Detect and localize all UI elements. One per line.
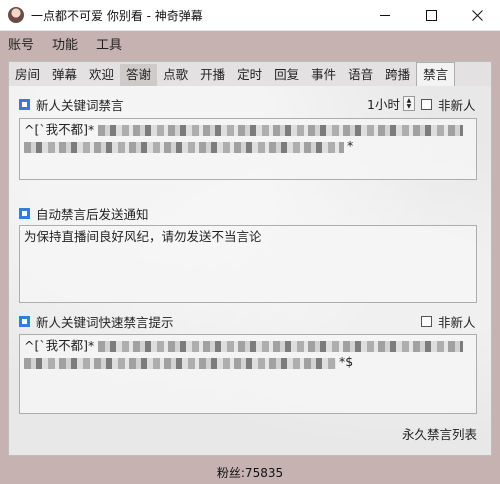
title-bar: 一点都不可爱 你别看 - 神奇弹幕 (0, 0, 500, 31)
keywords-text-2: ^[`我不都]* (24, 338, 95, 353)
blurred-content (98, 340, 464, 352)
auto-notice-label: 自动禁言后发送通知 (36, 207, 149, 222)
quick-mute-keywords-textbox[interactable]: ^[`我不都]* *$ (19, 334, 477, 414)
spinner-arrows-icon[interactable]: ▲ ▼ (402, 96, 415, 111)
minimize-button[interactable] (362, 0, 408, 30)
maximize-icon (425, 9, 437, 21)
mute-duration-spinner[interactable]: 1小时 ▲ ▼ (367, 94, 415, 113)
tab-mute[interactable]: 禁言 (416, 62, 456, 87)
non-new-user-checkbox-1[interactable] (421, 99, 432, 110)
quick-mute-hint-checkbox[interactable] (19, 316, 30, 327)
menu-tools[interactable]: 工具 (96, 34, 122, 53)
tab-events[interactable]: 事件 (305, 64, 342, 86)
keywords-tail-2: *$ (339, 354, 354, 369)
close-icon (471, 9, 483, 21)
tab-danmaku[interactable]: 弹幕 (46, 64, 83, 86)
non-new-user-row-1: 非新人 (421, 95, 476, 114)
blurred-content (24, 142, 344, 153)
minimize-icon (380, 14, 390, 16)
new-user-keywords-textbox[interactable]: ^[`我不都]* * (19, 118, 477, 180)
non-new-user-row-2: 非新人 (421, 312, 476, 331)
non-new-user-label-2: 非新人 (438, 315, 476, 330)
tab-cross-stream[interactable]: 跨播 (379, 64, 416, 86)
permanent-ban-list-link[interactable]: 永久禁言列表 (402, 424, 477, 443)
keywords-tail-1: * (347, 138, 354, 153)
new-user-keyword-mute-row: 新人关键词禁言 (19, 95, 124, 114)
menu-account[interactable]: 账号 (8, 34, 34, 53)
tab-voice[interactable]: 语音 (342, 64, 379, 86)
tab-timer[interactable]: 定时 (231, 64, 268, 86)
notice-message-text: 为保持直播间良好风纪，请勿发送不当言论 (24, 229, 262, 244)
menu-bar: 账号 功能 工具 (0, 31, 500, 55)
new-user-keyword-mute-checkbox[interactable] (19, 99, 30, 110)
keywords-text-1: ^[`我不都]* (24, 122, 95, 137)
quick-mute-hint-row: 新人关键词快速禁言提示 (19, 312, 174, 331)
notice-message-textbox[interactable]: 为保持直播间良好风纪，请勿发送不当言论 (19, 225, 477, 303)
mute-tab-content: 新人关键词禁言 1小时 ▲▼ 非新人 ^[`我不都]* * 自动禁言后发送通知 (9, 86, 491, 455)
blurred-content (24, 358, 336, 369)
close-button[interactable] (454, 0, 500, 30)
tab-bar: 房间 弹幕 欢迎 答谢 点歌 开播 定时 回复 事件 语音 跨播 禁言 (9, 62, 491, 87)
auto-notice-row: 自动禁言后发送通知 (19, 204, 149, 223)
tab-reply[interactable]: 回复 (268, 64, 305, 86)
menu-features[interactable]: 功能 (52, 34, 78, 53)
tab-go-live[interactable]: 开播 (194, 64, 231, 86)
blurred-content (98, 124, 464, 136)
mute-duration-value: 1小时 (367, 97, 400, 112)
window-title: 一点都不可爱 你别看 - 神奇弹幕 (31, 8, 203, 23)
tab-panel: 房间 弹幕 欢迎 答谢 点歌 开播 定时 回复 事件 语音 跨播 禁言 新人关键… (8, 61, 492, 456)
quick-mute-hint-label: 新人关键词快速禁言提示 (36, 315, 174, 330)
fans-count: 粉丝:75835 (216, 466, 284, 480)
tab-welcome[interactable]: 欢迎 (83, 64, 120, 86)
status-bar: 粉丝:75835 (0, 461, 500, 484)
tab-song-request[interactable]: 点歌 (157, 64, 194, 86)
auto-notice-checkbox[interactable] (19, 208, 30, 219)
app-avatar-icon (8, 7, 24, 23)
new-user-keyword-mute-label: 新人关键词禁言 (36, 98, 124, 113)
tab-thanks[interactable]: 答谢 (120, 64, 158, 86)
non-new-user-checkbox-2[interactable] (421, 316, 432, 327)
maximize-button[interactable] (408, 0, 454, 30)
non-new-user-label-1: 非新人 (438, 98, 476, 113)
tab-room[interactable]: 房间 (9, 64, 46, 86)
